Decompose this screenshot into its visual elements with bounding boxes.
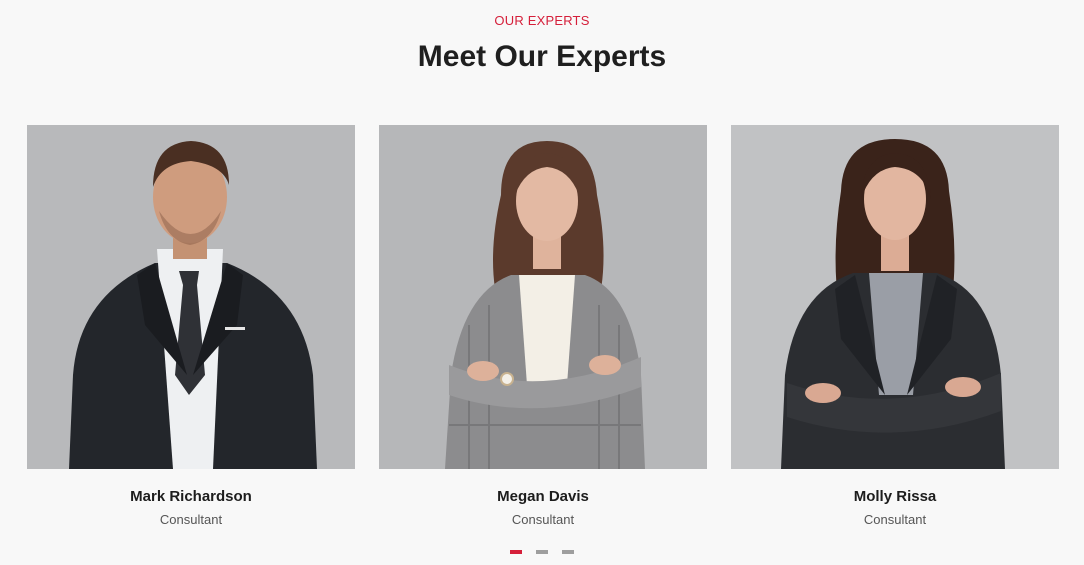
expert-name: Molly Rissa bbox=[853, 488, 937, 505]
expert-portrait-man bbox=[27, 125, 355, 469]
expert-portrait-woman bbox=[379, 125, 707, 469]
expert-card: Megan Davis Consultant bbox=[379, 125, 707, 527]
carousel-pagination bbox=[0, 550, 1084, 554]
expert-name: Mark Richardson bbox=[130, 488, 252, 505]
expert-role: Consultant bbox=[863, 512, 927, 527]
expert-card: Mark Richardson Consultant bbox=[27, 125, 355, 527]
expert-photo bbox=[379, 125, 707, 469]
expert-photo bbox=[731, 125, 1059, 469]
section-eyebrow: OUR EXPERTS bbox=[494, 13, 590, 28]
section-title: Meet Our Experts bbox=[417, 40, 667, 73]
experts-carousel: Mark Richardson Consultant Megan Davis C… bbox=[27, 125, 1059, 527]
carousel-dot-2[interactable] bbox=[536, 550, 548, 554]
expert-card: Molly Rissa Consultant bbox=[731, 125, 1059, 527]
expert-role: Consultant bbox=[159, 512, 223, 527]
carousel-dot-1[interactable] bbox=[510, 550, 522, 554]
expert-name: Megan Davis bbox=[497, 488, 589, 505]
expert-role: Consultant bbox=[511, 512, 575, 527]
expert-portrait-woman bbox=[731, 125, 1059, 469]
expert-photo bbox=[27, 125, 355, 469]
carousel-dot-3[interactable] bbox=[562, 550, 574, 554]
